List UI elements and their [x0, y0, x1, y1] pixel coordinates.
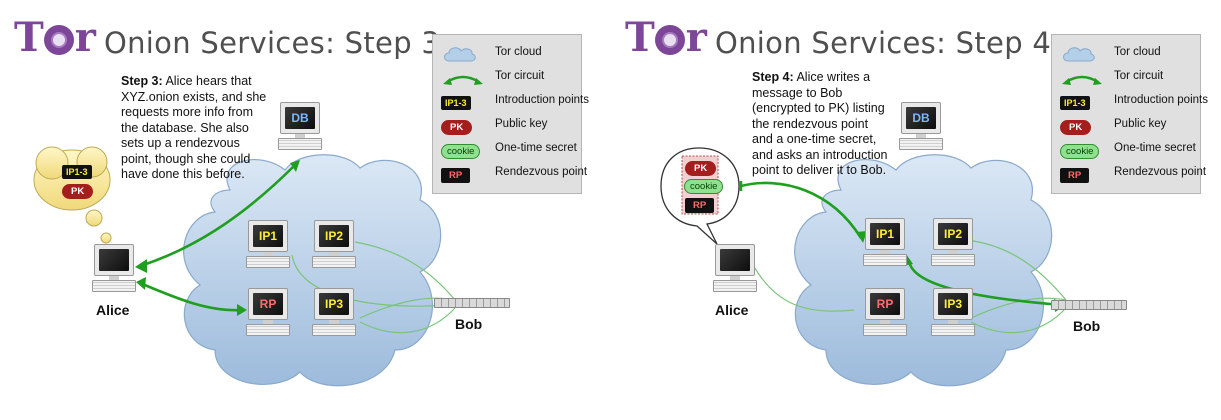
cloud-icon: [444, 47, 476, 62]
ip2-computer[interactable]: IP2: [312, 220, 356, 272]
legend-left: Tor cloud Tor circuit IP1-3 Introduction…: [432, 34, 589, 194]
legend-item: RP Rendezvous point: [1052, 163, 1206, 183]
thought-pk-badge: PK: [62, 181, 94, 199]
ip3-computer[interactable]: IP3: [312, 288, 356, 340]
legend-item: RP Rendezvous point: [433, 163, 587, 183]
bob-server[interactable]: [1051, 300, 1127, 310]
circuit-arrow-icon: [1062, 75, 1102, 85]
ip1-computer[interactable]: IP1: [246, 220, 290, 272]
legend-item: Tor cloud: [1052, 43, 1200, 63]
bob-server[interactable]: [434, 298, 510, 308]
page-title: Onion Services: Step 3: [104, 26, 441, 60]
db-computer[interactable]: DB: [899, 102, 943, 154]
page-title: Onion Services: Step 4: [715, 26, 1052, 60]
bubble-cookie-badge: cookie: [684, 176, 724, 194]
legend-item: cookie One-time secret: [1052, 139, 1200, 159]
tor-logo: Tr: [625, 14, 707, 61]
bob-label: Bob: [1073, 318, 1101, 334]
ip2-computer[interactable]: IP2: [931, 218, 975, 270]
legend-item: IP1-3 Introduction points: [1052, 91, 1208, 111]
legend-item: cookie One-time secret: [433, 139, 581, 159]
step-caption: Step 4: Alice writes a message to Bob (e…: [752, 70, 888, 177]
legend-item: Tor cloud: [433, 43, 581, 63]
alice-computer[interactable]: [92, 244, 136, 296]
legend-item: Tor circuit: [433, 67, 581, 87]
cloud-icon: [1063, 47, 1095, 62]
onion-icon: [654, 25, 685, 55]
legend-item: PK Public key: [1052, 115, 1200, 135]
legend-item: PK Public key: [433, 115, 581, 135]
alice-label: Alice: [96, 302, 130, 318]
step-caption: Step 3: Alice hears that XYZ.onion exist…: [121, 74, 267, 181]
rp-computer[interactable]: RP: [246, 288, 290, 340]
legend-item: IP1-3 Introduction points: [433, 91, 589, 111]
bubble-pk-badge: PK: [685, 158, 717, 176]
thought-ip-badge: IP1-3: [62, 162, 92, 180]
legend-item: Tor circuit: [1052, 67, 1200, 87]
db-computer[interactable]: DB: [278, 102, 322, 154]
circuit-arrow-icon: [443, 75, 483, 85]
ip1-computer[interactable]: IP1: [863, 218, 907, 270]
bubble-rp-badge: RP: [685, 195, 715, 213]
tor-logo: Tr: [14, 14, 96, 61]
rp-computer[interactable]: RP: [863, 288, 907, 340]
onion-icon: [43, 25, 74, 55]
ip3-computer[interactable]: IP3: [931, 288, 975, 340]
alice-computer[interactable]: [713, 244, 757, 296]
alice-label: Alice: [715, 302, 749, 318]
tor-cloud: [794, 154, 1053, 387]
bob-label: Bob: [455, 316, 483, 332]
legend-right: Tor cloud Tor circuit IP1-3 Introduction…: [1051, 34, 1208, 194]
